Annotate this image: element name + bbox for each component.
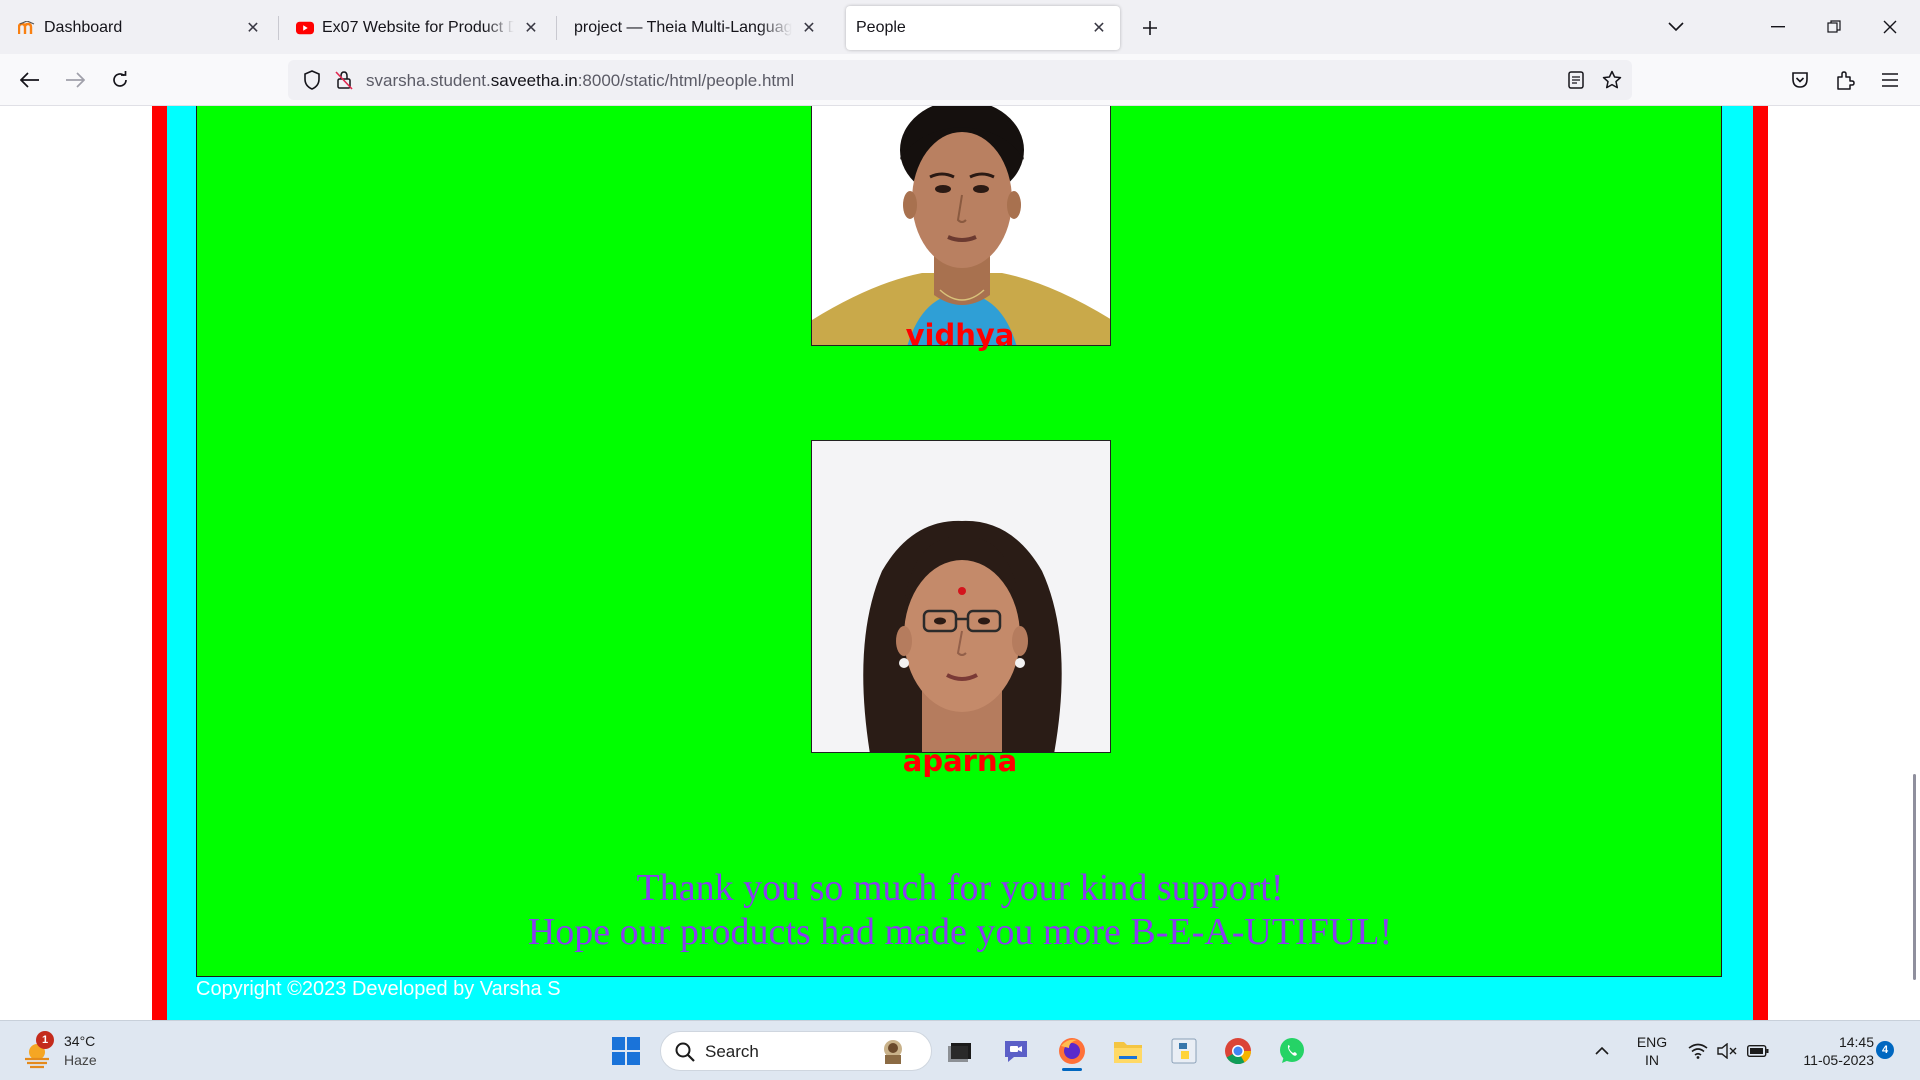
windows-start-icon[interactable]	[606, 1031, 646, 1071]
tab-dashboard[interactable]: Dashboard ✕	[4, 6, 274, 50]
shield-icon[interactable]	[298, 66, 326, 94]
clock[interactable]: 14:45 11-05-2023	[1780, 1033, 1874, 1069]
firefox-icon[interactable]	[1052, 1031, 1092, 1071]
whatsapp-icon[interactable]	[1272, 1031, 1312, 1071]
wifi-icon[interactable]	[1684, 1031, 1712, 1071]
url-text: svarsha.student.saveetha.in:8000/static/…	[366, 71, 795, 90]
url-bar[interactable]: svarsha.student.saveetha.in:8000/static/…	[288, 60, 1632, 100]
youtube-icon	[296, 19, 314, 37]
battery-icon[interactable]	[1744, 1031, 1772, 1071]
tab-people[interactable]: People ✕	[846, 6, 1120, 50]
weather-temp: 34°C	[64, 1033, 96, 1049]
tab-title: project — Theia Multi-Language Explorer	[574, 19, 792, 36]
language-indicator[interactable]: ENG IN	[1630, 1033, 1674, 1069]
tab-youtube-ex07[interactable]: Ex07 Website for Product Development ✕	[282, 6, 552, 50]
python-idle-icon[interactable]	[1164, 1031, 1204, 1071]
moodle-icon	[18, 19, 36, 37]
person-name: aparna	[902, 744, 1018, 778]
reader-view-icon[interactable]	[1562, 66, 1590, 94]
pocket-icon[interactable]	[1784, 64, 1816, 96]
weather-alert-badge: 1	[36, 1031, 54, 1049]
chrome-icon[interactable]	[1218, 1031, 1258, 1071]
file-explorer-icon[interactable]	[1108, 1031, 1148, 1071]
close-icon[interactable]: ✕	[1088, 17, 1110, 39]
reload-button[interactable]	[104, 64, 136, 96]
page-container: vidhya aparna Thank you so much for your…	[167, 106, 1753, 1020]
page-outer-border: vidhya aparna Thank you so much for your…	[152, 106, 1768, 1020]
taskbar-search[interactable]: Search	[660, 1031, 932, 1071]
thanks-message-line2: Hope our products had made you more B-E-…	[527, 911, 1393, 953]
new-tab-button[interactable]	[1134, 12, 1166, 44]
task-view-icon[interactable]	[940, 1031, 980, 1071]
navigation-toolbar: svarsha.student.saveetha.in:8000/static/…	[0, 54, 1920, 106]
forward-button[interactable]	[59, 64, 91, 96]
extensions-icon[interactable]	[1829, 64, 1861, 96]
taskbar: 1 34°C Haze Search ENG IN 14:45 11-05-20…	[0, 1020, 1920, 1080]
speaker-muted-icon[interactable]	[1713, 1031, 1741, 1071]
weather-condition: Haze	[64, 1052, 97, 1068]
tab-strip: Dashboard ✕ Ex07 Website for Product Dev…	[0, 0, 1920, 54]
teams-chat-icon[interactable]	[996, 1031, 1036, 1071]
search-icon	[675, 1042, 695, 1067]
search-highlight-icon	[879, 1037, 907, 1070]
back-button[interactable]	[14, 64, 46, 96]
menu-icon[interactable]	[1874, 64, 1906, 96]
close-window-button[interactable]	[1870, 8, 1910, 46]
bookmark-star-icon[interactable]	[1598, 66, 1626, 94]
tab-list-chevron-icon[interactable]	[1656, 8, 1696, 46]
page-viewport[interactable]: vidhya aparna Thank you so much for your…	[0, 106, 1920, 1020]
person-photo-aparna	[811, 440, 1111, 753]
minimize-button[interactable]	[1758, 8, 1798, 46]
tab-theia-project[interactable]: project — Theia Multi-Language Explorer …	[560, 6, 830, 50]
insecure-lock-icon[interactable]	[330, 66, 358, 94]
vertical-scrollbar[interactable]	[1913, 774, 1916, 980]
restore-button[interactable]	[1814, 8, 1854, 46]
thanks-message: Thank you so much for your kind support!	[636, 867, 1284, 909]
people-panel: vidhya aparna Thank you so much for your…	[196, 106, 1722, 977]
person-photo-vidhya	[811, 106, 1111, 346]
tab-title: Dashboard	[44, 19, 123, 36]
footer-copyright: Copyright ©2023 Developed by Varsha S	[196, 978, 561, 1000]
close-icon[interactable]: ✕	[242, 17, 264, 39]
show-hidden-icons-chevron-icon[interactable]	[1582, 1031, 1622, 1071]
notification-badge[interactable]: 4	[1876, 1041, 1894, 1059]
person-name: vidhya	[905, 318, 1015, 352]
tab-title: Ex07 Website for Product Development	[322, 19, 514, 36]
close-icon[interactable]: ✕	[798, 17, 820, 39]
tab-title: People	[856, 19, 906, 36]
close-icon[interactable]: ✕	[520, 17, 542, 39]
weather-widget[interactable]: 1 34°C Haze	[18, 1031, 138, 1073]
